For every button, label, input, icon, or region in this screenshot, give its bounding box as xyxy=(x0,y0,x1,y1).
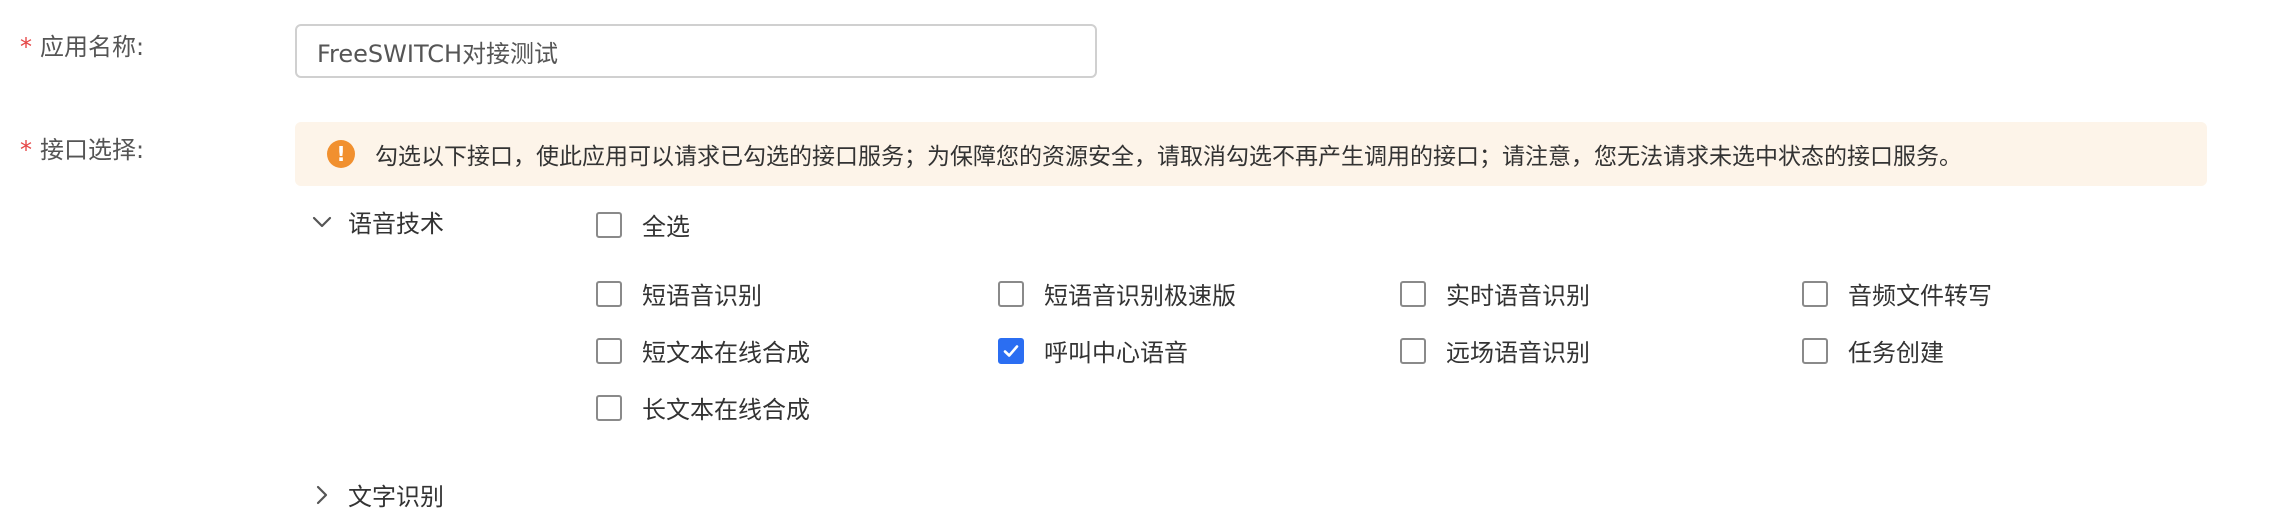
api-checkbox-short-speech-fast[interactable]: 短语音识别极速版 xyxy=(998,276,1236,311)
checkbox-box[interactable] xyxy=(1400,337,1426,364)
api-checkbox-far-field-speech[interactable]: 远场语音识别 xyxy=(1400,333,1590,368)
group-speech-label: 语音技术 xyxy=(348,210,444,238)
group-ocr-toggle[interactable]: 文字识别 xyxy=(310,477,444,512)
app-name-label: * 应用名称: xyxy=(20,32,144,62)
api-checkbox-long-tts[interactable]: 长文本在线合成 xyxy=(596,390,810,425)
checkbox-label: 长文本在线合成 xyxy=(642,396,810,424)
group-speech-toggle[interactable]: 语音技术 xyxy=(310,204,444,239)
checkbox-label: 短语音识别极速版 xyxy=(1044,282,1236,310)
api-select-label-text: 接口选择: xyxy=(40,136,145,164)
api-checkbox-call-center-speech[interactable]: 呼叫中心语音 xyxy=(998,333,1188,368)
checkbox-label: 实时语音识别 xyxy=(1446,282,1590,310)
checkbox-label: 任务创建 xyxy=(1848,339,1944,367)
chevron-right-icon xyxy=(310,483,334,507)
api-checkbox-short-tts[interactable]: 短文本在线合成 xyxy=(596,333,810,368)
checkbox-box[interactable] xyxy=(596,211,622,238)
api-checkbox-short-speech-recognition[interactable]: 短语音识别 xyxy=(596,276,762,311)
checkbox-box[interactable] xyxy=(998,280,1024,307)
warning-icon: ! xyxy=(327,140,355,168)
checkbox-box[interactable] xyxy=(1400,280,1426,307)
checkbox-label: 远场语音识别 xyxy=(1446,339,1590,367)
checkbox-box[interactable] xyxy=(1802,337,1828,364)
checkbox-label: 全选 xyxy=(642,213,690,241)
select-all-checkbox[interactable]: 全选 xyxy=(596,207,690,242)
check-icon xyxy=(1003,344,1019,357)
app-name-input[interactable] xyxy=(295,24,1097,78)
checkbox-label: 短语音识别 xyxy=(642,282,762,310)
checkbox-label: 音频文件转写 xyxy=(1848,282,1992,310)
checkbox-box-checked[interactable] xyxy=(998,337,1024,364)
api-select-label: * 接口选择: xyxy=(20,135,144,165)
checkbox-box[interactable] xyxy=(1802,280,1828,307)
app-config-form: * 应用名称: * 接口选择: ! 勾选以下接口，使此应用可以请求已勾选的接口服务；… xyxy=(0,0,2274,526)
api-checkbox-task-create[interactable]: 任务创建 xyxy=(1802,333,1944,368)
checkbox-box[interactable] xyxy=(596,280,622,307)
group-ocr-label: 文字识别 xyxy=(348,483,444,511)
required-mark: * xyxy=(20,33,32,61)
notice-banner: ! 勾选以下接口，使此应用可以请求已勾选的接口服务；为保障您的资源安全，请取消勾… xyxy=(295,122,2207,186)
checkbox-label: 呼叫中心语音 xyxy=(1044,339,1188,367)
checkbox-box[interactable] xyxy=(596,337,622,364)
checkbox-box[interactable] xyxy=(596,394,622,421)
api-checkbox-realtime-speech[interactable]: 实时语音识别 xyxy=(1400,276,1590,311)
app-name-label-text: 应用名称: xyxy=(40,33,145,61)
chevron-down-icon xyxy=(310,210,334,234)
required-mark: * xyxy=(20,136,32,164)
notice-text: 勾选以下接口，使此应用可以请求已勾选的接口服务；为保障您的资源安全，请取消勾选不… xyxy=(375,144,1962,170)
checkbox-label: 短文本在线合成 xyxy=(642,339,810,367)
api-checkbox-audio-transcription[interactable]: 音频文件转写 xyxy=(1802,276,1992,311)
